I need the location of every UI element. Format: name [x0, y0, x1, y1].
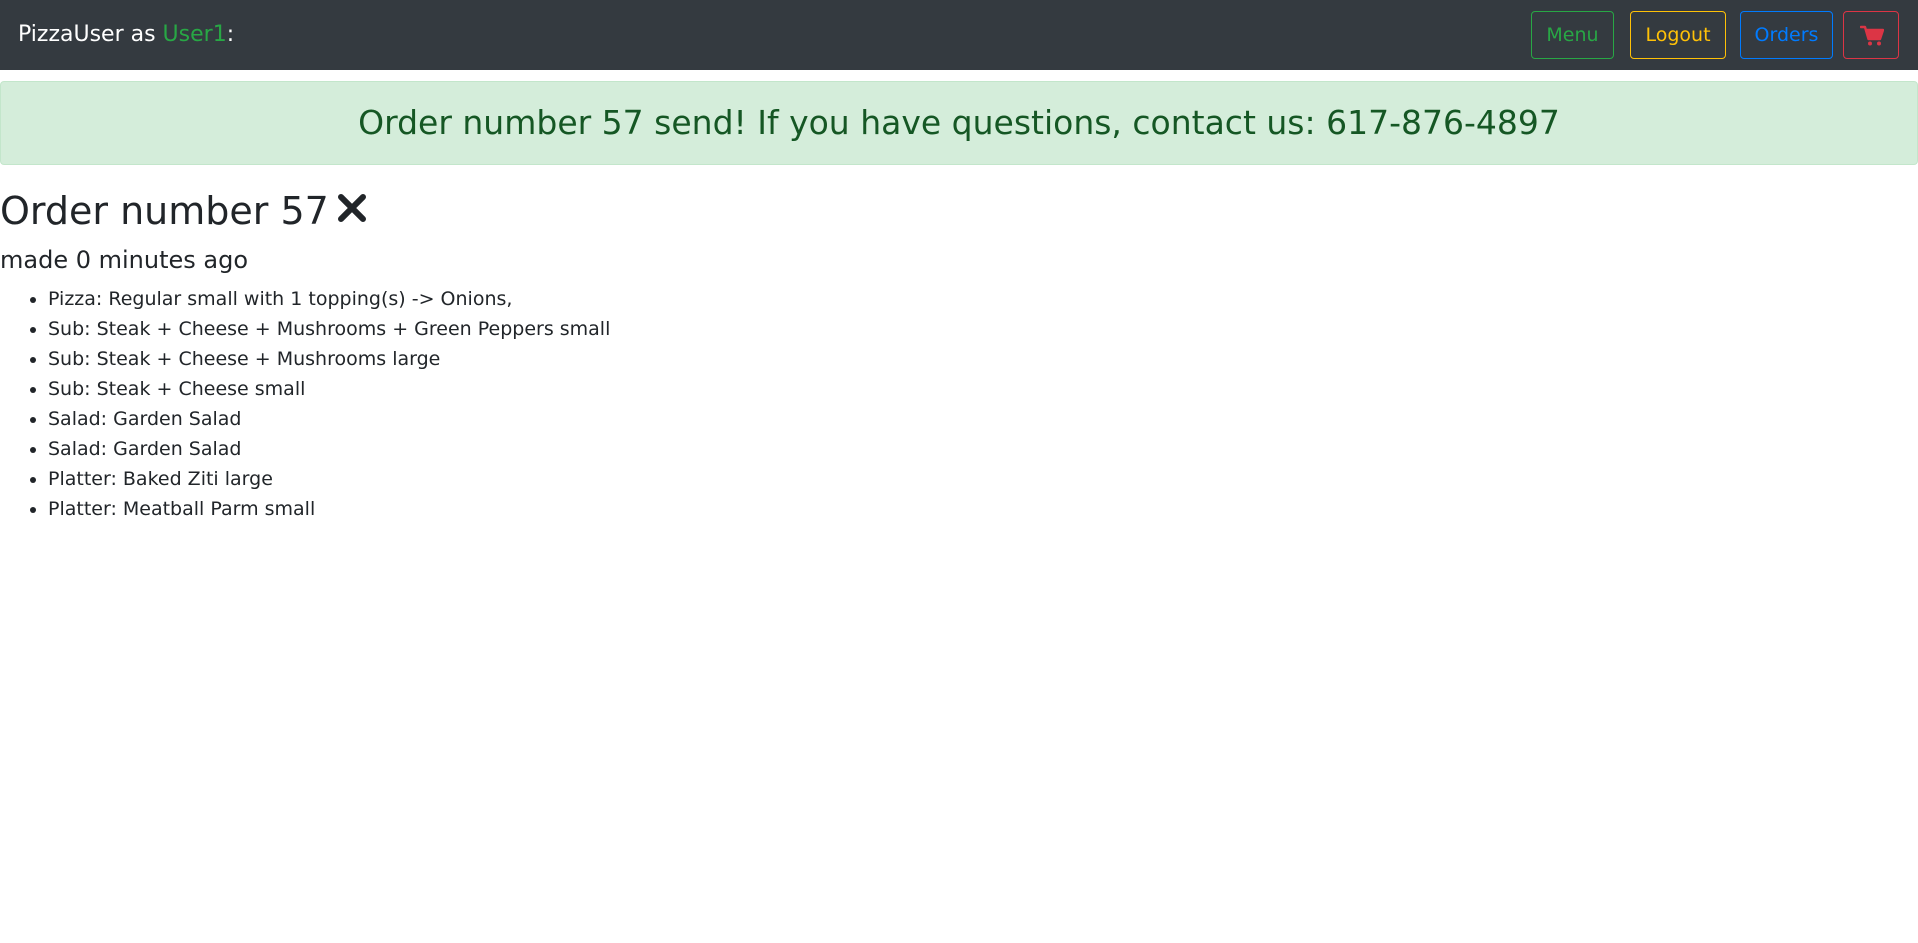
cart-button[interactable]: [1843, 11, 1899, 59]
order-time: made 0 minutes ago: [0, 246, 249, 274]
username: User1: [162, 22, 227, 47]
cancel-order-button[interactable]: [337, 185, 367, 235]
list-item: Salad: Garden Salad: [48, 434, 610, 464]
navbar-brand: PizzaUser as User1:: [18, 20, 234, 50]
list-item: Platter: Meatball Parm small: [48, 494, 610, 524]
list-item: Platter: Baked Ziti large: [48, 464, 610, 494]
logout-button[interactable]: Logout: [1630, 11, 1726, 59]
order-items-list: Pizza: Regular small with 1 topping(s) -…: [0, 284, 610, 524]
menu-button[interactable]: Menu: [1531, 11, 1614, 59]
shopping-cart-icon: [1860, 25, 1884, 46]
order-confirmation-alert: Order number 57 send! If you have questi…: [0, 81, 1918, 165]
brand-suffix: :: [226, 22, 235, 47]
list-item: Salad: Garden Salad: [48, 404, 610, 434]
list-item: Sub: Steak + Cheese + Mushrooms large: [48, 344, 610, 374]
brand-prefix: PizzaUser as: [18, 22, 163, 47]
list-item: Pizza: Regular small with 1 topping(s) -…: [48, 284, 610, 314]
orders-button[interactable]: Orders: [1740, 11, 1833, 59]
top-navbar: PizzaUser as User1: Menu Logout Orders: [0, 0, 1918, 70]
list-item: Sub: Steak + Cheese + Mushrooms + Green …: [48, 314, 610, 344]
order-title-row: Order number 57: [0, 186, 367, 239]
order-title: Order number 57: [0, 189, 329, 233]
list-item: Sub: Steak + Cheese small: [48, 374, 610, 404]
close-icon: [337, 193, 366, 222]
